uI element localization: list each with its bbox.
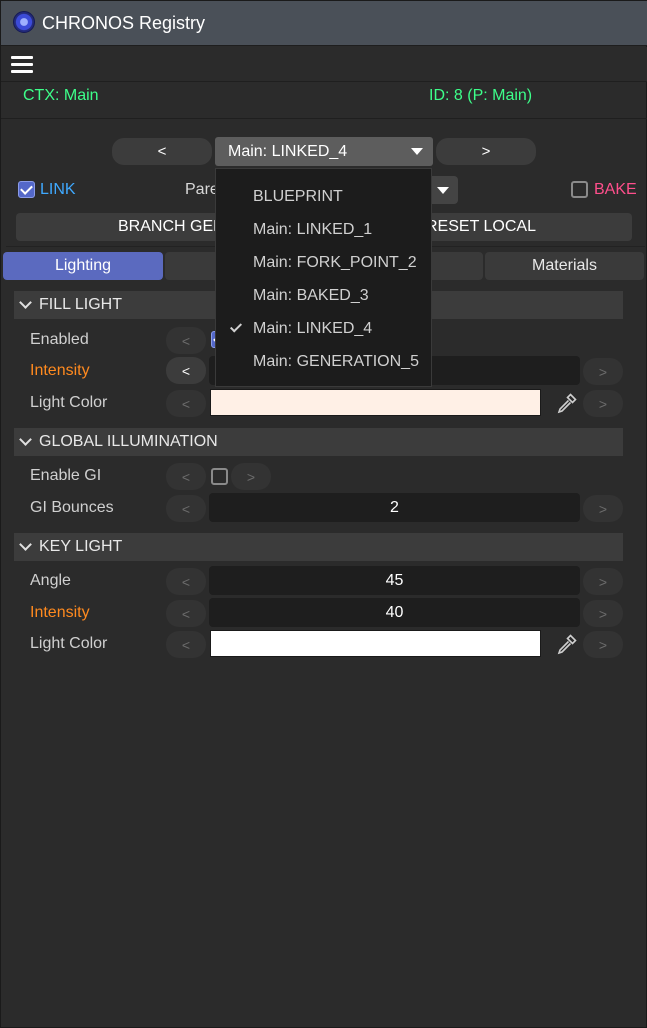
key-light-color-label: Light Color <box>30 635 108 652</box>
dropdown-item[interactable]: Main: FORK_POINT_2 <box>216 247 431 278</box>
hamburger-menu-icon[interactable] <box>11 56 33 74</box>
enable-gi-label: Enable GI <box>30 467 102 484</box>
tab-materials[interactable]: Materials <box>485 252 644 280</box>
eyedropper-icon[interactable] <box>555 391 579 415</box>
fill-intensity-label: Intensity <box>30 362 90 379</box>
key-light-color-swatch[interactable] <box>210 630 541 657</box>
fill-color-prev-keyframe[interactable]: < <box>166 390 206 417</box>
key-intensity-label: Intensity <box>30 604 90 621</box>
checkmark-icon <box>229 320 243 333</box>
fill-light-color-label: Light Color <box>30 394 108 411</box>
angle-label: Angle <box>30 572 71 589</box>
dropdown-item-label: Main: LINKED_4 <box>253 320 373 337</box>
app-logo-icon <box>13 11 35 33</box>
gi-next-keyframe[interactable]: > <box>231 463 271 490</box>
chevron-down-icon <box>19 433 32 446</box>
chevron-down-icon <box>19 296 32 309</box>
key-intensity-prev-keyframe[interactable]: < <box>166 600 206 627</box>
dropdown-item-label: Main: BAKED_3 <box>253 287 369 304</box>
next-version-button[interactable]: > <box>436 138 536 165</box>
enable-gi-checkbox[interactable] <box>211 468 228 485</box>
gi-bounces-next-keyframe[interactable]: > <box>583 495 623 522</box>
dropdown-item-label: Main: LINKED_1 <box>253 221 373 238</box>
reset-local-button[interactable]: RESET LOCAL <box>426 218 536 236</box>
eyedropper-icon[interactable] <box>555 632 579 656</box>
dropdown-item[interactable]: Main: BAKED_3 <box>216 280 431 311</box>
key-intensity-field[interactable]: 40 <box>209 598 580 627</box>
fill-color-next-keyframe[interactable]: > <box>583 390 623 417</box>
dropdown-item-label: Main: GENERATION_5 <box>253 353 419 370</box>
parent-label: Pare <box>185 181 219 198</box>
key-color-prev-keyframe[interactable]: < <box>166 631 206 658</box>
id-label: ID: 8 (P: Main) <box>429 87 533 104</box>
gi-bounces-label: GI Bounces <box>30 499 114 516</box>
dropdown-item[interactable]: Main: GENERATION_5 <box>216 346 431 377</box>
angle-field[interactable]: 45 <box>209 566 580 595</box>
angle-prev-keyframe[interactable]: < <box>166 568 206 595</box>
gi-bounces-prev-keyframe[interactable]: < <box>166 495 206 522</box>
version-select[interactable]: Main: LINKED_4 <box>215 137 433 166</box>
toolbar <box>1 47 647 82</box>
enabled-label: Enabled <box>30 331 89 348</box>
parent-dropdown-button[interactable] <box>428 176 458 204</box>
prev-version-button[interactable]: < <box>112 138 212 165</box>
dropdown-item[interactable]: Main: LINKED_1 <box>216 214 431 245</box>
angle-next-keyframe[interactable]: > <box>583 568 623 595</box>
caret-down-icon <box>411 148 423 155</box>
section-title: FILL LIGHT <box>39 296 122 313</box>
chevron-down-icon <box>19 538 32 551</box>
window-title: CHRONOS Registry <box>42 13 206 33</box>
version-select-value: Main: LINKED_4 <box>228 143 348 160</box>
key-color-next-keyframe[interactable]: > <box>583 631 623 658</box>
dropdown-item[interactable]: BLUEPRINT <box>216 181 431 212</box>
dropdown-item-selected[interactable]: Main: LINKED_4 <box>216 313 431 344</box>
link-checkbox[interactable] <box>18 181 35 198</box>
gi-prev-keyframe[interactable]: < <box>166 463 206 490</box>
section-global-illumination[interactable]: GLOBAL ILLUMINATION <box>14 428 623 456</box>
tab-lighting[interactable]: Lighting <box>3 252 163 280</box>
fill-light-color-swatch[interactable] <box>210 389 541 416</box>
key-intensity-next-keyframe[interactable]: > <box>583 600 623 627</box>
fill-intensity-next-keyframe[interactable]: > <box>583 358 623 385</box>
section-title: GLOBAL ILLUMINATION <box>39 433 218 450</box>
bake-checkbox[interactable] <box>571 181 588 198</box>
branch-gen-button[interactable]: BRANCH GEN <box>118 218 225 236</box>
link-label: LINK <box>40 181 76 198</box>
fill-intensity-prev-keyframe[interactable]: < <box>166 357 206 384</box>
dropdown-item-label: Main: FORK_POINT_2 <box>253 254 417 271</box>
section-key-light[interactable]: KEY LIGHT <box>14 533 623 561</box>
bake-label: BAKE <box>594 181 637 198</box>
section-title: KEY LIGHT <box>39 538 123 555</box>
context-label: CTX: Main <box>23 87 99 104</box>
enabled-prev-keyframe[interactable]: < <box>166 327 206 354</box>
dropdown-item-label: BLUEPRINT <box>253 188 343 205</box>
version-dropdown-menu: BLUEPRINT Main: LINKED_1 Main: FORK_POIN… <box>215 168 432 387</box>
gi-bounces-field[interactable]: 2 <box>209 493 580 522</box>
